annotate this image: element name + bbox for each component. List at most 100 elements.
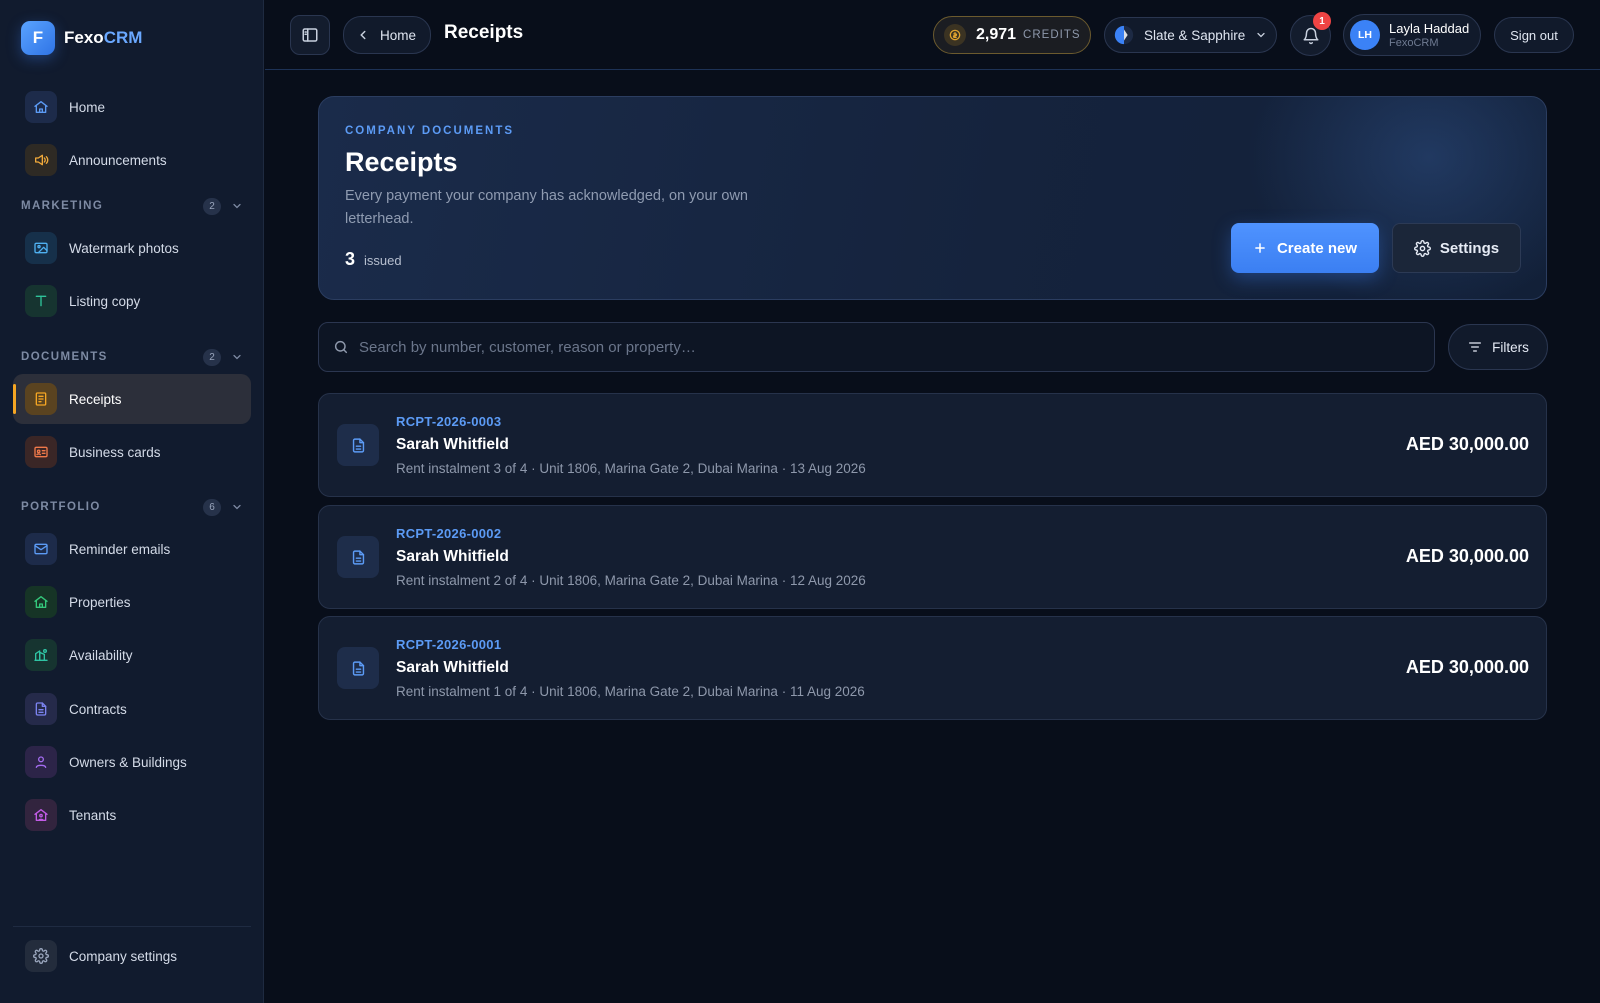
chevron-down-icon	[233, 504, 241, 510]
receipt-customer: Sarah Whitfield	[396, 436, 509, 453]
hero-card: COMPANY DOCUMENTS Receipts Every payment…	[318, 96, 1547, 300]
image-icon	[25, 232, 57, 264]
avatar: LH	[1350, 20, 1380, 50]
receipt-customer: Sarah Whitfield	[396, 659, 509, 676]
receipt-details: Rent instalment 1 of 4 · Unit 1806, Mari…	[396, 684, 865, 699]
megaphone-icon	[25, 144, 57, 176]
sidebar-item-label: Contracts	[69, 701, 127, 717]
user-name: Layla Haddad	[1389, 21, 1470, 36]
create-new-label: Create new	[1276, 239, 1358, 257]
gear-icon	[1413, 239, 1431, 257]
bell-icon	[1303, 27, 1318, 44]
credits-value: 2,971	[976, 26, 1017, 43]
receipt-details: Rent instalment 2 of 4 · Unit 1806, Mari…	[396, 573, 866, 588]
receipt-amount: AED 30,000.00	[1405, 546, 1529, 566]
sidebar-item-company-settings[interactable]: Company settings	[13, 931, 251, 981]
document-icon	[337, 536, 379, 578]
receipt-icon	[25, 383, 57, 415]
theme-selector[interactable]: Slate & Sapphire	[1104, 17, 1277, 53]
plus-icon	[1255, 243, 1265, 253]
section-meta: 2	[203, 197, 243, 215]
search-bar	[318, 322, 1435, 372]
section-count: 2	[203, 197, 221, 215]
filters-label: Filters	[1492, 339, 1529, 355]
receipt-details: Rent instalment 3 of 4 · Unit 1806, Mari…	[396, 461, 866, 476]
settings-label: Settings	[1439, 239, 1500, 257]
section-header-marketing[interactable]: MARKETING 2	[21, 196, 243, 216]
document-icon	[337, 424, 379, 466]
sidebar-item-label: Receipts	[69, 391, 122, 407]
user-info: Layla Haddad FexoCRM	[1389, 21, 1469, 49]
sidebar-divider	[13, 926, 251, 927]
user-menu[interactable]: LH Layla Haddad FexoCRM	[1343, 14, 1481, 56]
receipt-number: RCPT-2026-0001	[396, 637, 502, 652]
brand-name-part2: CRM	[103, 28, 143, 47]
sidebar: F FexoCRM Home Announcements MARKETING 2…	[0, 0, 264, 1003]
sidebar-item-reminder-emails[interactable]: Reminder emails	[13, 524, 251, 574]
mail-icon	[25, 533, 57, 565]
user-icon	[25, 746, 57, 778]
sidebar-item-availability[interactable]: Availability	[13, 630, 251, 680]
notification-badge: 1	[1313, 12, 1331, 30]
receipt-row[interactable]: RCPT-2026-0001 Sarah Whitfield Rent inst…	[318, 616, 1547, 720]
receipt-row[interactable]: RCPT-2026-0002 Sarah Whitfield Rent inst…	[318, 505, 1547, 609]
id-card-icon	[25, 436, 57, 468]
document-icon	[25, 693, 57, 725]
sidebar-item-label: Availability	[69, 647, 133, 663]
hero-eyebrow: COMPANY DOCUMENTS	[345, 125, 515, 137]
user-company: FexoCRM	[1389, 37, 1439, 49]
section-header-documents[interactable]: DOCUMENTS 2	[21, 347, 243, 367]
gear-icon	[25, 940, 57, 972]
sidebar-item-watermark-photos[interactable]: Watermark photos	[13, 223, 251, 273]
create-new-button[interactable]: Create new	[1231, 223, 1379, 273]
sidebar-item-business-cards[interactable]: Business cards	[13, 427, 251, 477]
section-header-portfolio[interactable]: PORTFOLIO 6	[21, 497, 243, 517]
sidebar-item-announcements[interactable]: Announcements	[13, 135, 251, 185]
sidebar-item-contracts[interactable]: Contracts	[13, 684, 251, 734]
section-label: MARKETING	[21, 200, 104, 212]
theme-label: Slate & Sapphire	[1144, 27, 1246, 43]
hero-description: Every payment your company has acknowled…	[345, 188, 748, 227]
filters-button[interactable]: Filters	[1448, 324, 1548, 370]
issued-count-value: 3	[345, 249, 356, 269]
sidebar-item-receipts[interactable]: Receipts	[13, 374, 251, 424]
chevron-down-icon	[1257, 32, 1265, 38]
document-icon	[337, 647, 379, 689]
receipt-customer: Sarah Whitfield	[396, 548, 509, 565]
issued-count-label: issued	[364, 253, 402, 268]
settings-button[interactable]: Settings	[1392, 223, 1521, 273]
building-icon	[25, 639, 57, 671]
brand-logo[interactable]: F FexoCRM	[21, 21, 142, 55]
sign-out-button[interactable]: Sign out	[1494, 17, 1574, 53]
home-icon	[25, 91, 57, 123]
house-icon	[25, 586, 57, 618]
theme-swatch-icon	[1114, 25, 1134, 45]
credits-label: CREDITS	[1023, 29, 1081, 41]
section-meta: 2	[203, 348, 243, 366]
sidebar-item-home[interactable]: Home	[13, 82, 251, 132]
page-title: Receipts	[444, 22, 524, 43]
search-input[interactable]	[359, 323, 1434, 371]
sidebar-item-label: Properties	[69, 594, 131, 610]
sidebar-item-tenants[interactable]: Tenants	[13, 790, 251, 840]
sidebar-item-properties[interactable]: Properties	[13, 577, 251, 627]
receipt-number: RCPT-2026-0002	[396, 526, 502, 541]
receipt-row[interactable]: RCPT-2026-0003 Sarah Whitfield Rent inst…	[318, 393, 1547, 497]
sidebar-item-label: Announcements	[69, 152, 167, 168]
sidebar-item-owners-buildings[interactable]: Owners & Buildings	[13, 737, 251, 787]
brand-name: FexoCRM	[64, 28, 142, 48]
back-home-button[interactable]: Home	[343, 16, 431, 54]
text-icon	[25, 285, 57, 317]
sidebar-item-label: Watermark photos	[69, 240, 179, 256]
sidebar-item-label: Company settings	[69, 948, 178, 964]
sidebar-item-label: Home	[69, 99, 106, 115]
credits-badge[interactable]: 2,971 CREDITS	[933, 16, 1091, 54]
home-person-icon	[25, 799, 57, 831]
sidebar-item-label: Tenants	[69, 807, 117, 823]
receipt-amount: AED 30,000.00	[1405, 657, 1529, 677]
sidebar-item-label: Owners & Buildings	[69, 754, 187, 770]
toggle-sidebar-button[interactable]	[290, 15, 330, 55]
chevron-down-icon	[233, 354, 241, 360]
sidebar-item-label: Business cards	[69, 444, 161, 460]
sidebar-item-listing-copy[interactable]: Listing copy	[13, 276, 251, 326]
